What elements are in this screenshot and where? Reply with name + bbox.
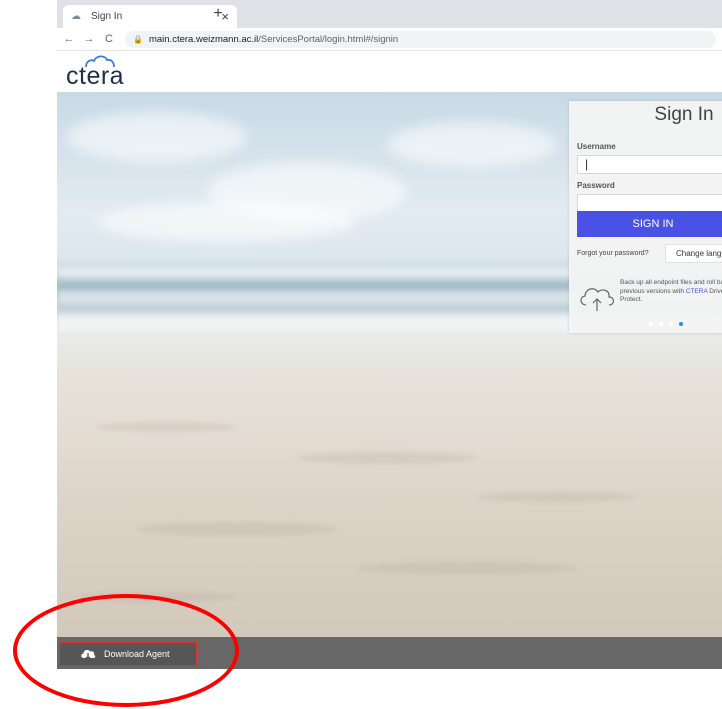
browser-toolbar: ← → C 🔒 main.ctera.weizmann.ac.il/Servic… <box>57 28 722 51</box>
forward-arrow-icon[interactable]: → <box>81 33 97 45</box>
url-text: main.ctera.weizmann.ac.il/ServicesPortal… <box>149 34 398 45</box>
carousel-dots <box>649 322 683 326</box>
reload-icon[interactable]: C <box>101 33 117 45</box>
lock-icon: 🔒 <box>133 34 143 44</box>
password-label: Password <box>577 181 615 190</box>
app-header: ctera <box>57 51 722 92</box>
sign-in-title: Sign In <box>654 104 714 125</box>
carousel-dot-2[interactable] <box>659 322 663 326</box>
address-bar[interactable]: 🔒 main.ctera.weizmann.ac.il/ServicesPort… <box>125 30 716 48</box>
sign-in-button[interactable]: SIGN IN <box>577 211 722 237</box>
cloud-favicon-icon: ☁ <box>71 11 81 22</box>
carousel-dot-3[interactable] <box>669 322 673 326</box>
browser-window: ☁ Sign In × + ← → C 🔒 main.ctera.weizman… <box>57 0 722 669</box>
footer-bar: Download Agent <box>57 637 722 669</box>
username-field[interactable]: | <box>577 155 722 174</box>
carousel-dot-4[interactable] <box>679 322 683 326</box>
sign-in-card: Sign In Username | Password SIGN IN Forg… <box>569 101 722 333</box>
download-agent-button[interactable]: Download Agent <box>59 642 197 666</box>
cloud-upload-icon <box>580 288 615 311</box>
logo-text: ctera <box>66 62 125 90</box>
text-caret: | <box>585 157 589 171</box>
new-tab-button[interactable]: + <box>208 4 228 24</box>
ctera-logo[interactable]: ctera <box>66 52 136 92</box>
url-path: /ServicesPortal/login.html#/signin <box>258 33 399 45</box>
tab-title: Sign In <box>91 11 123 22</box>
carousel-dot-1[interactable] <box>649 322 653 326</box>
download-agent-label: Download Agent <box>104 649 170 659</box>
username-label: Username <box>577 142 616 151</box>
back-arrow-icon[interactable]: ← <box>61 33 77 45</box>
promo-brand-link[interactable]: CTERA <box>686 288 708 295</box>
promo-text: Back up all endpoint files and roll back… <box>620 279 722 305</box>
change-language-button[interactable]: Change language <box>665 244 722 263</box>
tab-strip: ☁ Sign In × + <box>57 0 722 28</box>
cloud-download-icon <box>81 649 96 660</box>
forgot-password-link[interactable]: Forgot your password? <box>577 250 649 257</box>
url-host: main.ctera.weizmann.ac.il <box>148 33 259 45</box>
